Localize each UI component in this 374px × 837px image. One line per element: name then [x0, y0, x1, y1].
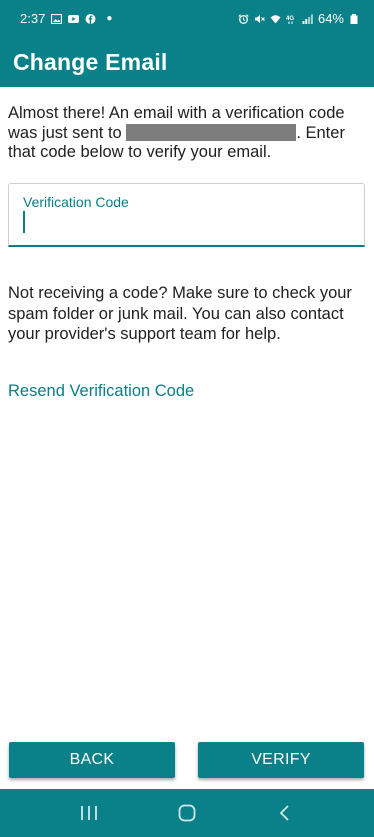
home-icon[interactable]	[167, 793, 207, 833]
verification-code-label: Verification Code	[23, 194, 129, 210]
gallery-icon	[51, 13, 63, 24]
text-cursor	[23, 211, 25, 233]
wifi-icon	[270, 14, 281, 24]
redacted-email	[126, 123, 297, 141]
svg-text:4G: 4G	[286, 16, 294, 22]
verify-button[interactable]: VERIFY	[198, 742, 364, 778]
app-bar: Change Email	[0, 37, 374, 87]
notification-dot-icon: ●	[106, 13, 113, 24]
status-right: 4G 64%	[238, 11, 360, 26]
mute-icon	[254, 14, 265, 24]
status-left: 2:37 ●	[20, 11, 112, 26]
status-bar: 2:37 ● 4G 64%	[0, 0, 374, 37]
navigation-bar	[0, 789, 374, 837]
signal-icon	[302, 14, 313, 24]
back-icon[interactable]	[265, 793, 305, 833]
verification-code-field[interactable]: Verification Code	[8, 183, 365, 247]
facebook-icon	[85, 13, 96, 24]
page-title: Change Email	[13, 48, 168, 75]
battery-icon	[349, 13, 360, 24]
recent-apps-icon[interactable]	[69, 793, 109, 833]
verification-code-input[interactable]	[27, 212, 347, 234]
alarm-icon	[238, 13, 249, 24]
back-button[interactable]: BACK	[9, 742, 175, 778]
youtube-icon	[68, 14, 80, 24]
battery-percent: 64%	[317, 11, 344, 26]
resend-code-link[interactable]: Resend Verification Code	[8, 382, 194, 401]
4g-icon: 4G	[286, 14, 297, 24]
intro-text: Almost there! An email with a verificati…	[8, 104, 368, 163]
status-time: 2:37	[20, 11, 46, 26]
help-text: Not receiving a code? Make sure to check…	[8, 284, 352, 343]
